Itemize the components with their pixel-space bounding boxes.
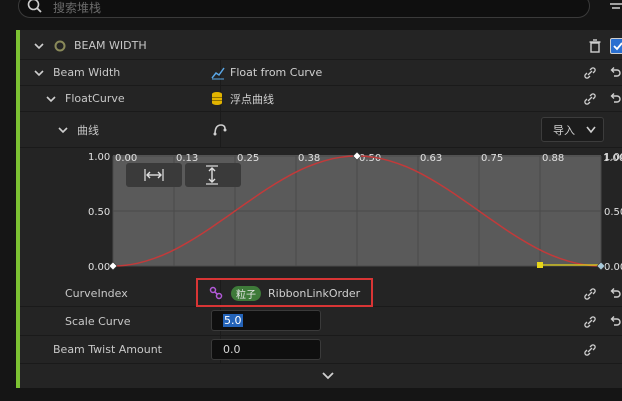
reset-icon[interactable] <box>608 66 622 80</box>
filter-icon[interactable] <box>604 0 622 18</box>
float-curve-label: FloatCurve <box>65 92 125 105</box>
x-tick-label: 0.00 <box>115 153 137 164</box>
curve-editor-canvas[interactable]: 0.00 0.13 0.25 0.38 0.50 0.63 0.75 0.88 1.00 1.0… <box>0 148 622 280</box>
curve-edit-icon[interactable] <box>212 121 228 137</box>
x-tick-label: 0.13 <box>176 153 198 164</box>
beam-width-label: Beam Width <box>53 66 121 79</box>
section-header[interactable]: BEAM WIDTH <box>20 32 622 60</box>
link-icon[interactable] <box>583 92 597 106</box>
chevron-down-icon[interactable] <box>46 94 56 104</box>
x-tick-label: 0.88 <box>542 153 564 164</box>
import-dropdown[interactable]: 导入 <box>541 117 604 142</box>
reset-icon[interactable] <box>608 287 622 301</box>
scale-curve-row: Scale Curve <box>20 308 622 336</box>
x-tick-label: 0.25 <box>237 153 259 164</box>
highlight-box <box>196 278 373 307</box>
chevron-down-icon[interactable] <box>34 68 44 78</box>
y-tick-label-left: 1.00 <box>88 152 110 163</box>
panel-bottom <box>16 388 622 401</box>
beam-twist-label: Beam Twist Amount <box>53 343 162 356</box>
curve-graph-icon <box>211 67 225 80</box>
x-tick-label: 0.63 <box>420 153 442 164</box>
link-icon[interactable] <box>583 315 597 329</box>
beam-width-row: Beam Width Float from Curve <box>20 60 622 86</box>
database-icon <box>212 92 222 105</box>
link-icon[interactable] <box>583 66 597 80</box>
chevron-down-icon[interactable] <box>34 41 44 51</box>
float-curve-row: FloatCurve 浮点曲线 <box>20 86 622 112</box>
tangent-handle[interactable] <box>537 262 543 268</box>
chevron-down-icon[interactable] <box>58 125 68 135</box>
y-tick-label-right: 0.00 <box>604 262 622 273</box>
x-tick-label: 0.38 <box>298 153 320 164</box>
x-tick-label: 0.75 <box>481 153 503 164</box>
y-tick-label-left: 0.50 <box>88 207 110 218</box>
import-label: 导入 <box>553 123 575 137</box>
search-icon <box>27 0 42 13</box>
curve-index-label: CurveIndex <box>65 286 128 300</box>
scale-curve-input[interactable]: 5.0 <box>211 310 321 331</box>
y-tick-label-left: 0.00 <box>88 262 110 273</box>
show-more-chevron-icon[interactable] <box>322 371 334 380</box>
search-bar: 搜索堆栈 <box>0 0 622 22</box>
beam-twist-input[interactable]: 0.0 <box>211 339 321 360</box>
enable-checkbox[interactable] <box>610 38 622 54</box>
trash-icon[interactable] <box>588 39 602 53</box>
module-enabled-icon <box>54 40 66 52</box>
reset-icon[interactable] <box>608 92 622 106</box>
scale-curve-label: Scale Curve <box>65 315 131 328</box>
scale-curve-value: 5.0 <box>223 314 243 327</box>
link-icon[interactable] <box>583 343 597 357</box>
chevron-down-icon <box>586 126 596 134</box>
curve-row: 曲线 <box>20 112 622 148</box>
y-tick-label-right: 1.00 <box>604 152 622 163</box>
beam-width-value[interactable]: Float from Curve <box>230 60 322 85</box>
fit-vertical-button[interactable] <box>185 163 241 187</box>
float-curve-value: 浮点曲线 <box>230 92 274 106</box>
curve-label: 曲线 <box>77 123 99 137</box>
search-input[interactable]: 搜索堆栈 <box>18 0 590 18</box>
beam-twist-row: Beam Twist Amount <box>20 336 622 364</box>
link-icon[interactable] <box>583 287 597 301</box>
section-title: BEAM WIDTH <box>74 39 147 52</box>
reset-icon[interactable] <box>608 315 622 329</box>
beam-twist-value: 0.0 <box>223 343 241 356</box>
y-tick-label-right: 0.50 <box>604 207 622 218</box>
check-icon <box>613 42 622 51</box>
search-placeholder: 搜索堆栈 <box>53 1 102 15</box>
